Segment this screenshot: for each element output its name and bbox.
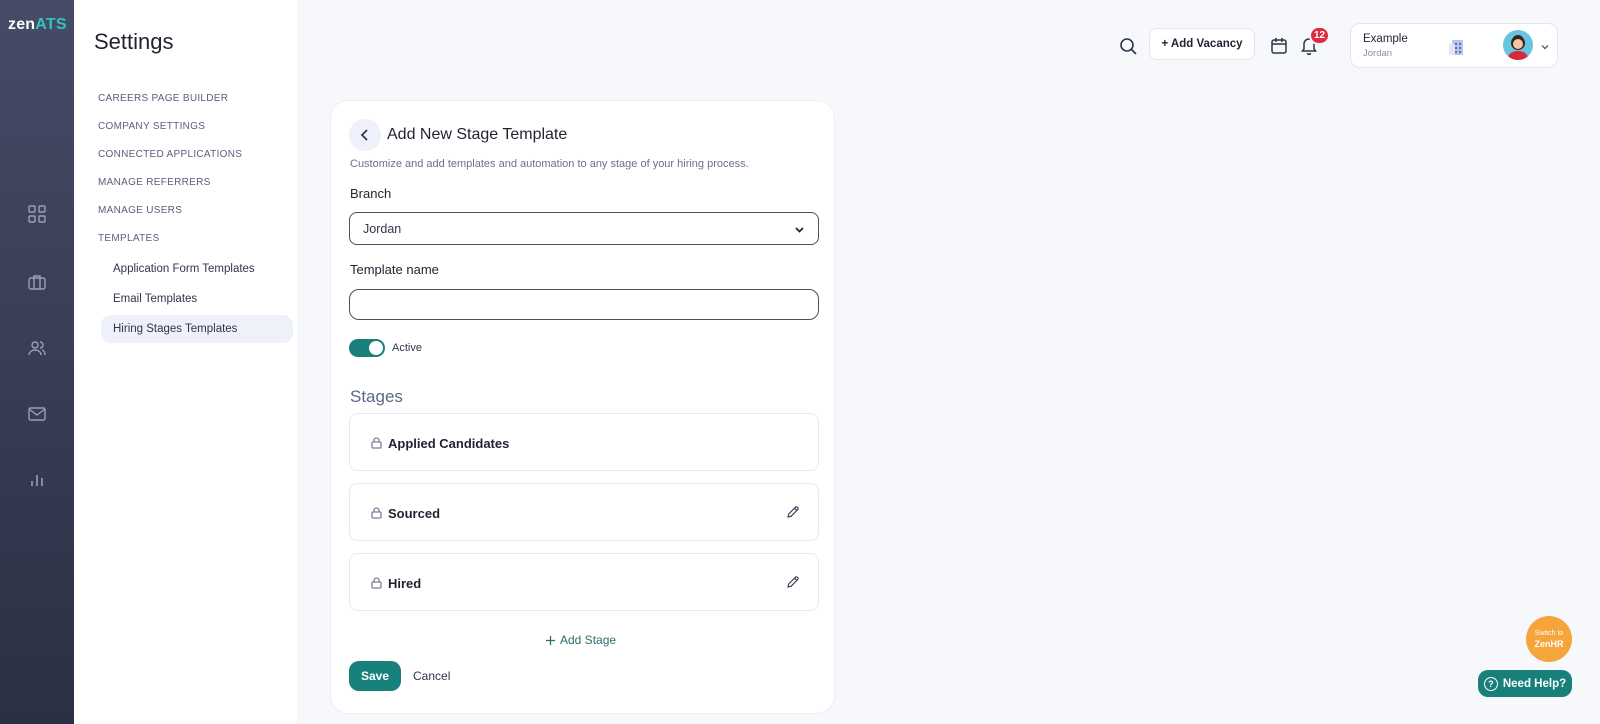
stage-template-form: Add New Stage Template Customize and add… (330, 100, 835, 714)
settings-nav: Settings CAREERS PAGE BUILDER COMPANY SE… (74, 0, 297, 724)
add-vacancy-button[interactable]: + Add Vacancy (1149, 28, 1255, 60)
branch-select[interactable]: Jordan (349, 212, 819, 245)
nav-templates[interactable]: TEMPLATES (98, 233, 159, 244)
dashboard-icon[interactable] (27, 204, 47, 224)
save-button[interactable]: Save (349, 661, 401, 691)
reports-icon[interactable] (27, 470, 47, 490)
switch-line2: ZenHR (1534, 639, 1564, 649)
nav-email-templates[interactable]: Email Templates (101, 285, 293, 313)
question-icon: ? (1483, 676, 1498, 691)
pencil-icon[interactable] (786, 575, 800, 589)
nav-manage-referrers[interactable]: MANAGE REFERRERS (98, 177, 211, 188)
nav-connected-applications[interactable]: CONNECTED APPLICATIONS (98, 149, 242, 160)
pencil-icon[interactable] (786, 505, 800, 519)
calendar-icon[interactable] (1269, 36, 1289, 56)
company-branch: Jordan (1363, 48, 1393, 59)
lock-icon (370, 436, 383, 449)
stage-item: Hired (349, 553, 819, 611)
notification-badge: 12 (1309, 26, 1330, 45)
active-toggle[interactable] (349, 339, 385, 357)
chevron-left-icon (360, 129, 368, 141)
page-title: Settings (94, 29, 174, 54)
form-title: Add New Stage Template (387, 126, 568, 143)
active-label: Active (392, 342, 422, 354)
stage-item: Applied Candidates (349, 413, 819, 471)
app-rail: zenATS (0, 0, 74, 724)
mail-icon[interactable] (27, 404, 47, 424)
nav-manage-users[interactable]: MANAGE USERS (98, 205, 182, 216)
avatar[interactable] (1503, 30, 1533, 60)
cancel-button[interactable]: Cancel (413, 669, 450, 683)
briefcase-icon[interactable] (27, 272, 47, 292)
template-name-input[interactable] (349, 289, 819, 320)
need-help-label: Need Help? (1502, 677, 1567, 690)
stage-name: Hired (388, 576, 422, 591)
form-description: Customize and add templates and automati… (350, 158, 749, 170)
stage-item: Sourced (349, 483, 819, 541)
back-button[interactable] (349, 119, 381, 151)
plus-icon (545, 635, 556, 645)
stage-name: Sourced (388, 506, 441, 521)
chevron-down-icon[interactable] (1539, 40, 1551, 52)
switch-line1: Switch to (1534, 630, 1564, 637)
branch-value: Jordan (363, 222, 402, 236)
add-stage-button[interactable]: Add Stage (545, 633, 616, 647)
building-icon (1447, 37, 1467, 57)
template-name-label: Template name (350, 262, 439, 277)
nav-company-settings[interactable]: COMPANY SETTINGS (98, 121, 205, 132)
stages-heading: Stages (350, 387, 403, 406)
switch-to-zenhr-button[interactable]: Switch to ZenHR (1526, 616, 1572, 662)
stage-name: Applied Candidates (388, 436, 510, 451)
need-help-button[interactable]: ? Need Help? (1478, 670, 1572, 697)
add-stage-label: Add Stage (560, 633, 617, 647)
users-icon[interactable] (27, 338, 47, 358)
chevron-down-icon (793, 223, 806, 236)
account-switcher[interactable]: Example Jordan (1350, 23, 1558, 68)
search-icon[interactable] (1118, 36, 1138, 56)
lock-icon (370, 506, 383, 519)
nav-hiring-stages-templates[interactable]: Hiring Stages Templates (101, 315, 293, 343)
app-logo[interactable]: zenATS (8, 16, 67, 34)
nav-careers-page-builder[interactable]: CAREERS PAGE BUILDER (98, 93, 228, 104)
toggle-knob (369, 341, 383, 355)
branch-label: Branch (350, 186, 392, 201)
company-name: Example (1363, 33, 1408, 45)
nav-application-form-templates[interactable]: Application Form Templates (101, 255, 293, 283)
lock-icon (370, 576, 383, 589)
